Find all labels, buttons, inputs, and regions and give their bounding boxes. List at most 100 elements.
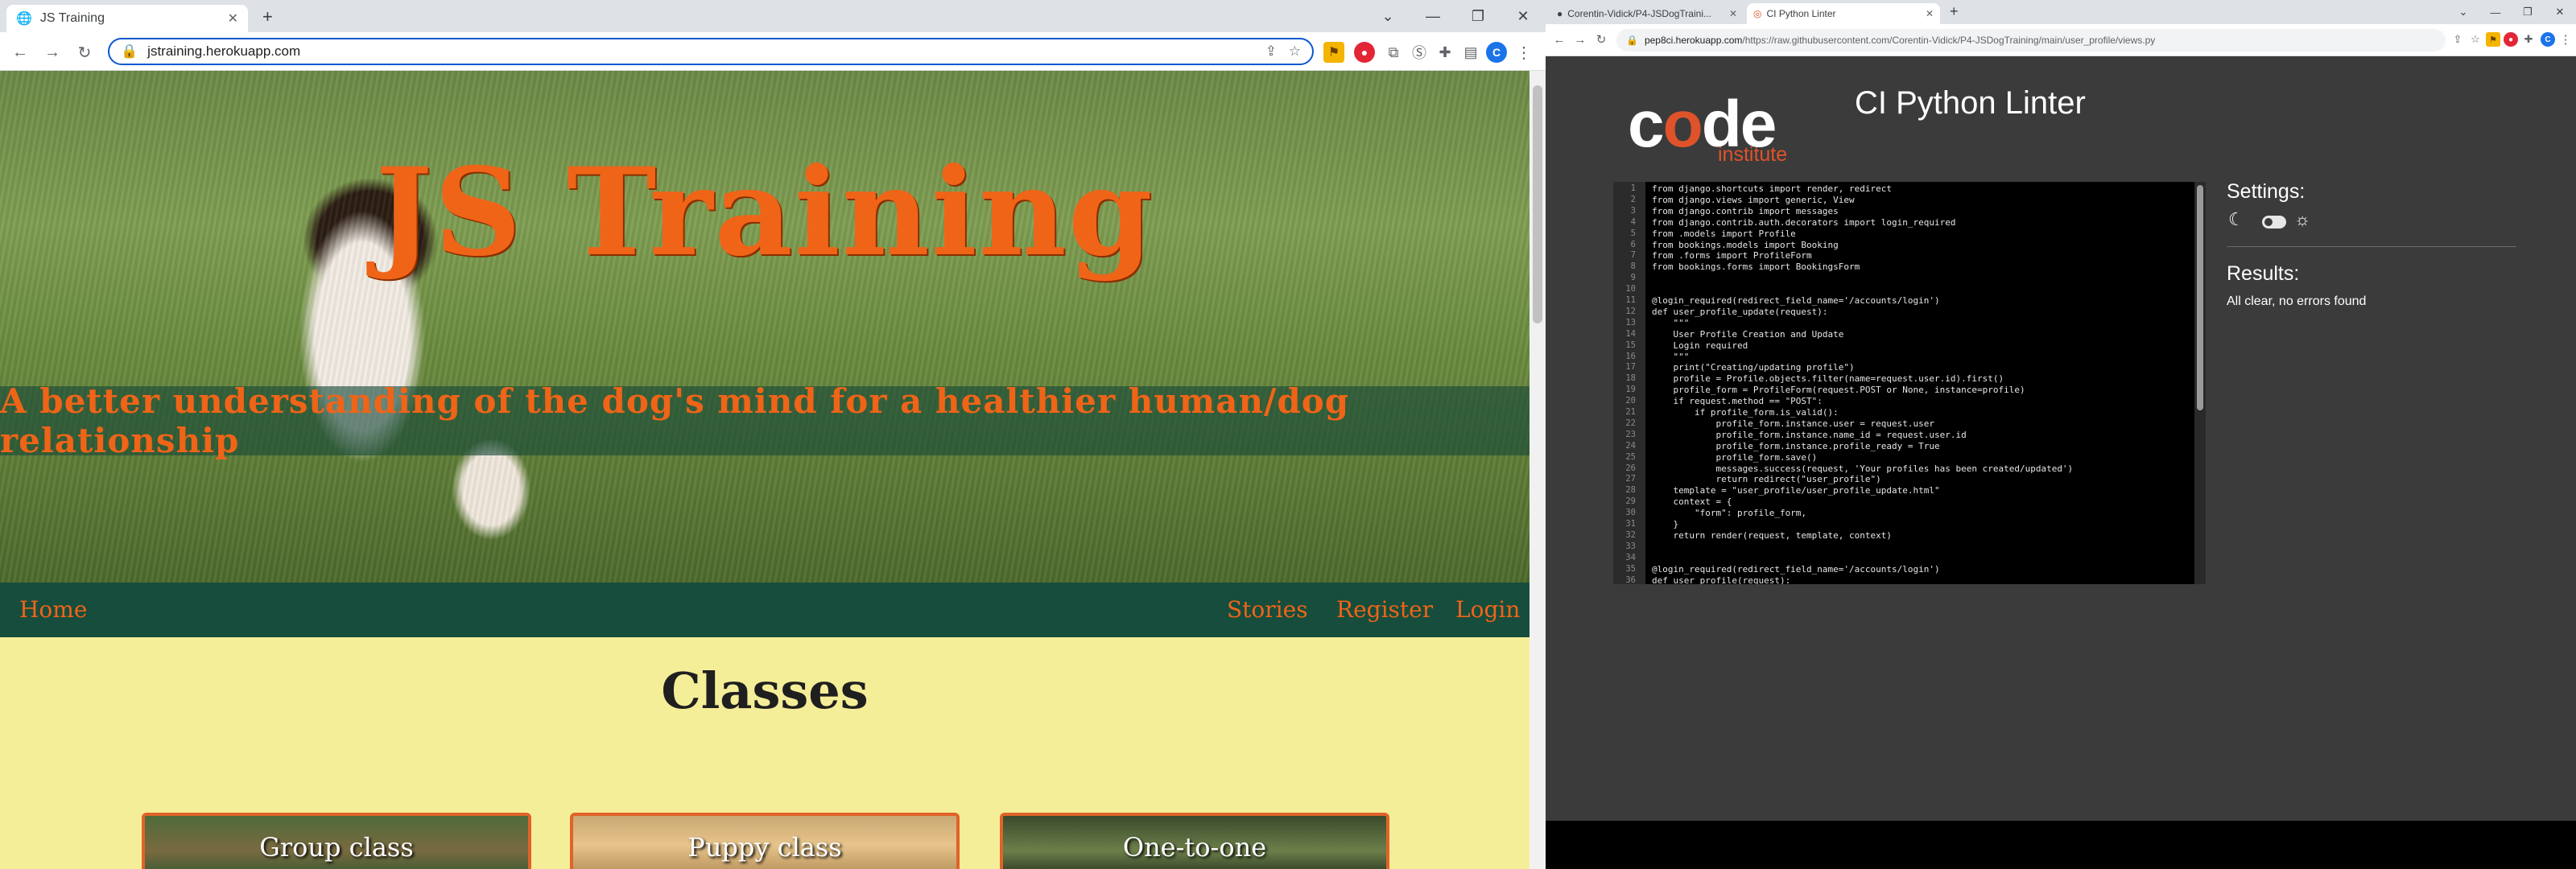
code-line: if profile_form.is_valid(): bbox=[1652, 407, 1839, 418]
close-tab-icon[interactable]: ✕ bbox=[1926, 8, 1934, 19]
line-number: 25 bbox=[1625, 451, 1636, 462]
theme-toggle[interactable] bbox=[2262, 216, 2286, 229]
new-tab-button[interactable]: + bbox=[1950, 3, 1959, 20]
back-icon[interactable]: ← bbox=[8, 40, 32, 64]
star-icon[interactable]: ☆ bbox=[1289, 43, 1301, 60]
star-icon[interactable]: ☆ bbox=[2468, 32, 2483, 47]
code-editor[interactable]: 1 from django.shortcuts import render, re… bbox=[1613, 182, 2206, 584]
results-text: All clear, no errors found bbox=[2227, 294, 2367, 308]
nav-home[interactable]: Home bbox=[19, 583, 87, 637]
line-number: 16 bbox=[1625, 351, 1636, 361]
card-label: Group class bbox=[259, 832, 414, 863]
extensions-puzzle-icon[interactable]: ✚ bbox=[2521, 32, 2536, 47]
adblock-icon[interactable]: ● bbox=[1354, 42, 1375, 63]
class-card-one-to-one[interactable]: One-to-one bbox=[1000, 813, 1389, 869]
menu-kebab-icon[interactable]: ⋮ bbox=[2558, 32, 2573, 47]
line-number: 28 bbox=[1625, 485, 1636, 496]
page-scrollbar[interactable] bbox=[1530, 71, 1546, 869]
editor-scrollbar[interactable] bbox=[2194, 182, 2206, 584]
address-bar[interactable]: 🔒 pep8ci.herokuapp.com/https://raw.githu… bbox=[1616, 29, 2446, 51]
chevron-down-icon[interactable]: ⌄ bbox=[1365, 0, 1410, 32]
code-line: profile_form.instance.name_id = request.… bbox=[1652, 429, 1967, 440]
code-line: """ bbox=[1652, 317, 1690, 328]
line-number: 30 bbox=[1625, 508, 1636, 518]
logo-subtitle: institute bbox=[1718, 143, 1788, 166]
reload-icon[interactable]: ↻ bbox=[72, 40, 97, 64]
share-icon[interactable]: ⇪ bbox=[1265, 43, 1277, 60]
line-number: 5 bbox=[1630, 228, 1636, 238]
code-line: from django.shortcuts import render, red… bbox=[1652, 183, 1893, 194]
code-line: from .models import Profile bbox=[1652, 228, 1796, 239]
card-label: One-to-one bbox=[1122, 832, 1267, 863]
footer-bar bbox=[1546, 821, 2576, 869]
reload-icon[interactable]: ↻ bbox=[1592, 31, 1610, 48]
code-line: profile = Profile.objects.filter(name=re… bbox=[1652, 373, 2004, 385]
line-number: 15 bbox=[1625, 340, 1636, 350]
globe-icon: 🌐 bbox=[16, 12, 32, 26]
url-text: jstraining.herokuapp.com bbox=[147, 43, 301, 59]
menu-kebab-icon[interactable]: ⋮ bbox=[1513, 42, 1534, 63]
profile-avatar[interactable]: C bbox=[2541, 32, 2555, 47]
tab-js-training[interactable]: 🌐 JS Training ✕ bbox=[6, 5, 248, 32]
skype-icon[interactable]: Ⓢ bbox=[1409, 42, 1430, 63]
card-label: Puppy class bbox=[687, 832, 842, 863]
nav-register[interactable]: Register bbox=[1336, 583, 1433, 637]
scrollbar-thumb[interactable] bbox=[2197, 185, 2203, 410]
forward-icon[interactable]: → bbox=[1571, 31, 1589, 48]
minimize-button[interactable]: — bbox=[1410, 0, 1455, 32]
line-number: 33 bbox=[1625, 541, 1636, 551]
close-tab-icon[interactable]: ✕ bbox=[228, 10, 238, 27]
tab-title: JS Training bbox=[39, 11, 105, 25]
nav-stories[interactable]: Stories bbox=[1227, 583, 1308, 637]
screen-capture-icon[interactable]: ⧉ bbox=[1383, 42, 1404, 63]
nav-login[interactable]: Login bbox=[1455, 583, 1520, 637]
restore-button[interactable]: ❐ bbox=[1455, 0, 1501, 32]
code-line: return redirect("user_profile") bbox=[1652, 474, 1881, 485]
line-number: 12 bbox=[1625, 306, 1636, 316]
restore-button[interactable]: ❐ bbox=[2512, 0, 2544, 24]
forward-icon[interactable]: → bbox=[40, 40, 64, 64]
line-number: 23 bbox=[1625, 429, 1636, 439]
tab-github[interactable]: ● Corentin-Vidick/P4-JSDogTraini... ✕ bbox=[1550, 3, 1744, 24]
code-line: User Profile Creation and Update bbox=[1652, 328, 1844, 340]
code-line: if request.method == "POST": bbox=[1652, 396, 1823, 407]
code-line: from django.contrib import messages bbox=[1652, 205, 1839, 216]
tab-strip: 🌐 JS Training ✕ + ⌄ — ❐ ✕ bbox=[0, 0, 1546, 32]
line-number: 32 bbox=[1625, 529, 1636, 540]
share-icon[interactable]: ⇪ bbox=[2450, 32, 2465, 47]
tab-title: Corentin-Vidick/P4-JSDogTraini... bbox=[1567, 8, 1711, 19]
line-number: 1 bbox=[1630, 183, 1636, 193]
address-bar[interactable]: 🔒 jstraining.herokuapp.com ⇪ ☆ bbox=[108, 38, 1314, 65]
code-line: profile_form = ProfileForm(request.POST … bbox=[1652, 385, 2025, 396]
class-card-puppy[interactable]: Puppy class bbox=[570, 813, 960, 869]
line-number: 19 bbox=[1625, 385, 1636, 395]
extensions-puzzle-icon[interactable]: ✚ bbox=[1435, 42, 1455, 63]
code-line: template = "user_profile/user_profile_up… bbox=[1652, 485, 1940, 496]
close-window-button[interactable]: ✕ bbox=[2544, 0, 2576, 24]
lock-icon: 🔒 bbox=[121, 43, 138, 59]
back-icon[interactable]: ← bbox=[1550, 31, 1568, 48]
scrollbar-thumb[interactable] bbox=[1533, 85, 1542, 323]
chevron-down-icon[interactable]: ⌄ bbox=[2447, 0, 2479, 24]
extension-icon[interactable]: ⚑ bbox=[2486, 32, 2500, 47]
class-card-group[interactable]: Group class bbox=[142, 813, 531, 869]
line-number: 17 bbox=[1625, 362, 1636, 373]
code-line: } bbox=[1652, 519, 1679, 529]
ci-favicon-icon: ◎ bbox=[1753, 8, 1762, 19]
new-tab-button[interactable]: + bbox=[262, 6, 273, 27]
minimize-button[interactable]: — bbox=[2479, 0, 2512, 24]
profile-avatar[interactable]: C bbox=[1486, 42, 1507, 63]
side-panel-icon[interactable]: ▤ bbox=[1460, 42, 1481, 63]
close-tab-icon[interactable]: ✕ bbox=[1729, 8, 1737, 19]
close-window-button[interactable]: ✕ bbox=[1501, 0, 1546, 32]
adblock-icon[interactable]: ● bbox=[2504, 32, 2518, 47]
code-line: @login_required(redirect_field_name='/ac… bbox=[1652, 563, 1940, 575]
tab-ci-linter[interactable]: ◎ CI Python Linter ✕ bbox=[1747, 3, 1940, 24]
tagline-band: A better understanding of the dog's mind… bbox=[0, 381, 1530, 460]
line-number: 7 bbox=[1630, 250, 1636, 261]
extension-icon[interactable]: ⚑ bbox=[1323, 42, 1344, 63]
code-line: messages.success(request, 'Your profiles… bbox=[1652, 463, 2074, 474]
code-line: """ bbox=[1652, 351, 1690, 362]
code-line: profile_form.instance.user = request.use… bbox=[1652, 418, 1934, 429]
moon-icon: ☾ bbox=[2228, 209, 2244, 229]
